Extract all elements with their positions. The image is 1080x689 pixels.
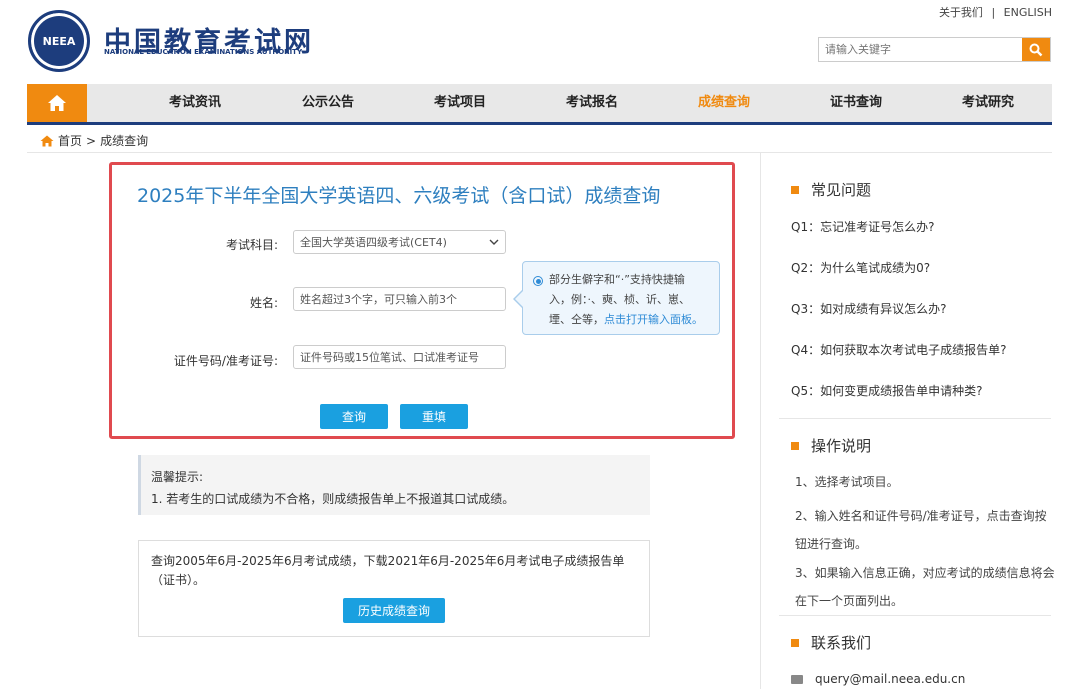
- query-button[interactable]: 查询: [320, 404, 388, 429]
- faq-item[interactable]: Q2：为什么笔试成绩为0?: [791, 259, 930, 276]
- sidebar-separator: [779, 418, 1051, 419]
- tip-line: 堙、仝等，: [549, 313, 604, 326]
- top-link-separator: |: [991, 6, 996, 19]
- open-input-panel-link[interactable]: 点击打开输入面板。: [604, 313, 703, 326]
- name-input-placeholder: 姓名超过3个字，可只输入前3个: [300, 293, 457, 306]
- breadcrumb: 首页 > 成绩查询: [40, 132, 148, 149]
- rare-character-tip: 部分生僻字和“·”支持快捷输 入，例：·、奭、桢、䜣、崽、 堙、仝等，点击打开输…: [522, 261, 720, 335]
- id-input[interactable]: 证件号码或15位笔试、口试准考证号: [293, 345, 506, 369]
- ops-step: 1、选择考试项目。: [795, 475, 899, 489]
- nav-item-news[interactable]: 考试资讯: [135, 84, 255, 122]
- subject-label: 考试科目:: [225, 238, 278, 252]
- subject-select-value: 全国大学英语四级考试(CET4): [300, 236, 447, 249]
- tip-line: 部分生僻字和“·”支持快捷输: [549, 273, 685, 286]
- breadcrumb-separator: >: [86, 133, 97, 148]
- mail-icon: [791, 674, 803, 684]
- chevron-down-icon: [489, 239, 499, 245]
- faq-item[interactable]: Q5：如何变更成绩报告单申请种类?: [791, 382, 982, 399]
- bullet-square-icon: [791, 638, 799, 647]
- nav-item-research[interactable]: 考试研究: [928, 84, 1048, 122]
- id-label: 证件号码/准考证号:: [173, 354, 278, 368]
- reset-button[interactable]: 重填: [400, 404, 468, 429]
- neea-logo-seal[interactable]: NEEA: [28, 10, 90, 72]
- search-input[interactable]: [819, 38, 1022, 61]
- history-query-button[interactable]: 历史成绩查询: [343, 598, 445, 623]
- home-icon: [40, 135, 54, 146]
- faq-item[interactable]: Q4：如何获取本次考试电子成绩报告单?: [791, 341, 1006, 358]
- subject-select[interactable]: 全国大学英语四级考试(CET4): [293, 230, 506, 254]
- sidebar-separator: [779, 615, 1051, 616]
- page-title: 2025年下半年全国大学英语四、六级考试（含口试）成绩查询: [137, 185, 661, 207]
- site-title-en: NATIONAL EDUCATION EXAMINATIONS AUTHORIT…: [104, 48, 303, 56]
- name-input[interactable]: 姓名超过3个字，可只输入前3个: [293, 287, 506, 311]
- ops-step: 2、输入姓名和证件号码/准考证号，点击查询按钮进行查询。: [795, 509, 1047, 551]
- ops-step: 3、如果输入信息正确，对应考试的成绩信息将会在下一个页面列出。: [795, 566, 1055, 608]
- nav-home-button[interactable]: [27, 84, 87, 122]
- notice-box: 温馨提示: 1. 若考生的口试成绩为不合格，则成绩报告单上不报道其口试成绩。: [138, 455, 650, 515]
- tip-pointer-fill: [515, 291, 523, 307]
- ops-heading: 操作说明: [791, 435, 871, 456]
- notice-line: 1. 若考生的口试成绩为不合格，则成绩报告单上不报道其口试成绩。: [151, 492, 515, 506]
- about-link[interactable]: 关于我们: [939, 6, 983, 19]
- nav-item-announcements[interactable]: 公示公告: [268, 84, 388, 122]
- main-nav: 考试资讯 公示公告 考试项目 考试报名 成绩查询 证书查询 考试研究: [27, 84, 1052, 125]
- ops-heading-text: 操作说明: [811, 437, 872, 455]
- bullet-square-icon: [791, 185, 799, 194]
- home-icon: [48, 95, 66, 111]
- contact-heading-text: 联系我们: [811, 634, 872, 652]
- faq-item[interactable]: Q3：如对成绩有异议怎么办?: [791, 300, 946, 317]
- bullet-square-icon: [791, 441, 799, 450]
- site-search: [818, 37, 1051, 62]
- faq-item[interactable]: Q1：忘记准考证号怎么办?: [791, 218, 934, 235]
- nav-item-exams[interactable]: 考试项目: [400, 84, 520, 122]
- contact-heading: 联系我们: [791, 632, 871, 653]
- search-icon: [1029, 43, 1043, 56]
- nav-item-certificate-query[interactable]: 证书查询: [796, 84, 916, 122]
- breadcrumb-divider: [27, 152, 1052, 153]
- contact-email-row: query@mail.neea.edu.cn: [791, 672, 965, 686]
- logo-seal-text: NEEA: [42, 34, 76, 48]
- search-button[interactable]: [1022, 38, 1050, 61]
- history-text: 查询2005年6月-2025年6月考试成绩，下载2021年6月-2025年6月考…: [151, 554, 625, 587]
- contact-email[interactable]: query@mail.neea.edu.cn: [815, 672, 965, 686]
- notice-title: 温馨提示:: [151, 470, 204, 484]
- top-links: 关于我们 | ENGLISH: [939, 4, 1052, 20]
- id-input-placeholder: 证件号码或15位笔试、口试准考证号: [300, 351, 479, 364]
- nav-item-score-query[interactable]: 成绩查询: [664, 84, 784, 122]
- faq-heading: 常见问题: [791, 179, 871, 200]
- breadcrumb-home[interactable]: 首页: [58, 132, 82, 149]
- tip-radio-icon: [533, 276, 543, 286]
- sidebar-divider: [760, 153, 761, 689]
- english-link[interactable]: ENGLISH: [1004, 6, 1052, 19]
- tip-line: 入，例：·、奭、桢、䜣、崽、: [549, 293, 690, 306]
- faq-heading-text: 常见问题: [811, 181, 872, 199]
- breadcrumb-current: 成绩查询: [100, 134, 149, 148]
- nav-item-registration[interactable]: 考试报名: [532, 84, 652, 122]
- name-label: 姓名:: [249, 296, 278, 310]
